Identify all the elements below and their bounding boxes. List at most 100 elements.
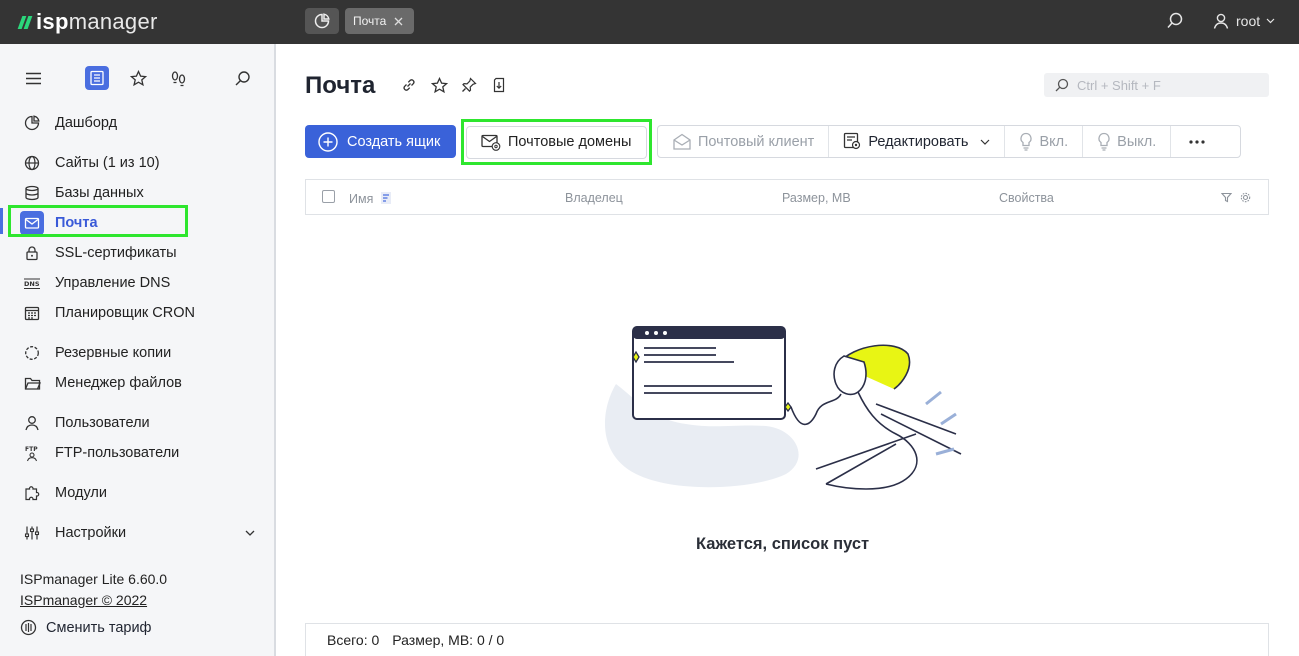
more-dots-icon [1189, 139, 1205, 144]
edit-label: Редактировать [868, 133, 969, 150]
license-icon [20, 619, 37, 636]
chevron-down-icon [981, 139, 990, 145]
dashboard-tab-button[interactable] [305, 8, 339, 34]
mail-domains-button[interactable]: Почтовые домены [466, 125, 647, 159]
column-properties[interactable]: Свойства [999, 191, 1054, 205]
change-tariff-link[interactable]: Сменить тариф [20, 619, 151, 636]
create-mailbox-label: Создать ящик [347, 133, 441, 150]
lock-icon [20, 241, 44, 265]
disable-label: Выкл. [1117, 133, 1157, 150]
more-actions-button[interactable] [1171, 126, 1223, 157]
sidebar-item-label: Планировщик CRON [55, 305, 195, 321]
list-view-icon[interactable] [85, 66, 109, 90]
tab-mail[interactable]: Почта [345, 8, 414, 34]
sidebar-item-dns[interactable]: DNS Управление DNS [8, 268, 263, 298]
logo[interactable]: ispmanager [17, 9, 158, 35]
star-icon[interactable] [430, 76, 448, 94]
mail-at-icon [481, 134, 501, 151]
enable-button[interactable]: Вкл. [1005, 126, 1084, 157]
search-icon[interactable] [230, 66, 254, 90]
folder-icon [20, 371, 44, 395]
table-header: Имя Владелец Размер, MB Свойства [305, 179, 1269, 215]
logo-suffix: manager [68, 9, 158, 34]
edit-button[interactable]: Редактировать [829, 126, 1006, 157]
sidebar-item-label: Пользователи [55, 415, 150, 431]
sidebar-item-dashboard[interactable]: Дашборд [8, 108, 263, 138]
filter-icon[interactable] [1221, 192, 1232, 203]
download-document-icon[interactable] [490, 76, 508, 94]
user-menu[interactable]: root [1212, 12, 1275, 30]
edit-settings-icon [844, 132, 861, 150]
sidebar-item-settings[interactable]: Настройки [8, 518, 263, 548]
hamburger-menu-icon[interactable] [21, 66, 45, 90]
select-all-checkbox[interactable] [322, 190, 335, 203]
sidebar-item-backups[interactable]: Резервные копии [8, 338, 263, 368]
sidebar-item-label: Базы данных [55, 185, 144, 201]
sidebar-item-ssl[interactable]: SSL-сертификаты [8, 238, 263, 268]
sidebar-item-modules[interactable]: Модули [8, 478, 263, 508]
sidebar-item-label: Менеджер файлов [55, 375, 182, 391]
disable-button[interactable]: Выкл. [1083, 126, 1172, 157]
top-bar: ispmanager Почта root [0, 0, 1299, 44]
calendar-icon [20, 301, 44, 325]
search-input[interactable] [1075, 76, 1259, 94]
mail-client-button[interactable]: Почтовый клиент [658, 126, 830, 157]
create-mailbox-button[interactable]: Создать ящик [305, 125, 456, 158]
active-indicator [0, 208, 3, 234]
empty-list-illustration [604, 326, 962, 490]
search-icon [1055, 78, 1069, 91]
close-icon[interactable] [394, 17, 403, 26]
chevron-down-icon[interactable] [245, 530, 255, 536]
sidebar-item-users[interactable]: Пользователи [8, 408, 263, 438]
chevron-down-icon [1266, 18, 1275, 24]
copyright-link[interactable]: ISPmanager © 2022 [20, 592, 147, 608]
search-icon[interactable] [1166, 12, 1184, 35]
sidebar-item-cron[interactable]: Планировщик CRON [8, 298, 263, 328]
backup-icon [20, 341, 44, 365]
title-actions [400, 76, 508, 94]
user-icon [1213, 13, 1229, 29]
sidebar-item-label: FTP-пользователи [55, 445, 180, 461]
svg-text:DNS: DNS [24, 280, 40, 288]
sidebar-item-ftp[interactable]: FTP FTP-пользователи [8, 438, 263, 468]
gear-icon[interactable] [1240, 192, 1251, 203]
tab-mail-label: Почта [353, 14, 387, 28]
sidebar-item-label: Модули [55, 485, 107, 501]
column-name[interactable]: Имя [349, 191, 392, 206]
pin-icon[interactable] [460, 76, 478, 94]
sidebar-item-files[interactable]: Менеджер файлов [8, 368, 263, 398]
sidebar-item-label: Дашборд [55, 115, 118, 131]
star-icon[interactable] [126, 66, 150, 90]
ftp-icon: FTP [20, 441, 44, 465]
enable-label: Вкл. [1039, 133, 1069, 150]
column-owner[interactable]: Владелец [565, 191, 623, 205]
column-size[interactable]: Размер, MB [782, 191, 851, 205]
action-toolbar: Почтовый клиент Редактировать Вкл. Выкл. [657, 125, 1241, 158]
globe-icon [20, 151, 44, 175]
link-icon[interactable] [400, 76, 418, 94]
sort-icon[interactable] [380, 191, 392, 205]
sidebar-item-label: Резервные копии [55, 345, 172, 361]
global-search-box[interactable] [1044, 73, 1269, 97]
svg-text:FTP: FTP [25, 446, 38, 453]
total-count: Всего: 0 [327, 632, 380, 648]
sidebar-item-label: Настройки [55, 525, 127, 541]
sidebar-item-sites[interactable]: Сайты (1 из 10) [8, 148, 263, 178]
puzzle-icon [20, 481, 44, 505]
plus-circle-icon [318, 131, 338, 152]
sidebar-item-databases[interactable]: Базы данных [8, 178, 263, 208]
mail-domains-label: Почтовые домены [508, 134, 632, 150]
lightbulb-on-icon [1020, 132, 1033, 151]
sidebar-item-label: SSL-сертификаты [55, 245, 177, 261]
footprints-icon[interactable] [166, 66, 190, 90]
total-size: Размер, MB: 0 / 0 [392, 632, 505, 648]
column-name-label: Имя [349, 192, 374, 206]
dashboard-icon [20, 111, 44, 135]
logo-mark-icon [17, 15, 33, 29]
sidebar-item-label: Сайты (1 из 10) [55, 155, 160, 171]
lightbulb-off-icon [1098, 132, 1110, 151]
highlight-frame [8, 205, 188, 237]
highlight-frame: Почтовые домены [461, 119, 652, 165]
pie-chart-icon [314, 13, 330, 29]
table-footer: Всего: 0 Размер, MB: 0 / 0 [305, 623, 1269, 656]
